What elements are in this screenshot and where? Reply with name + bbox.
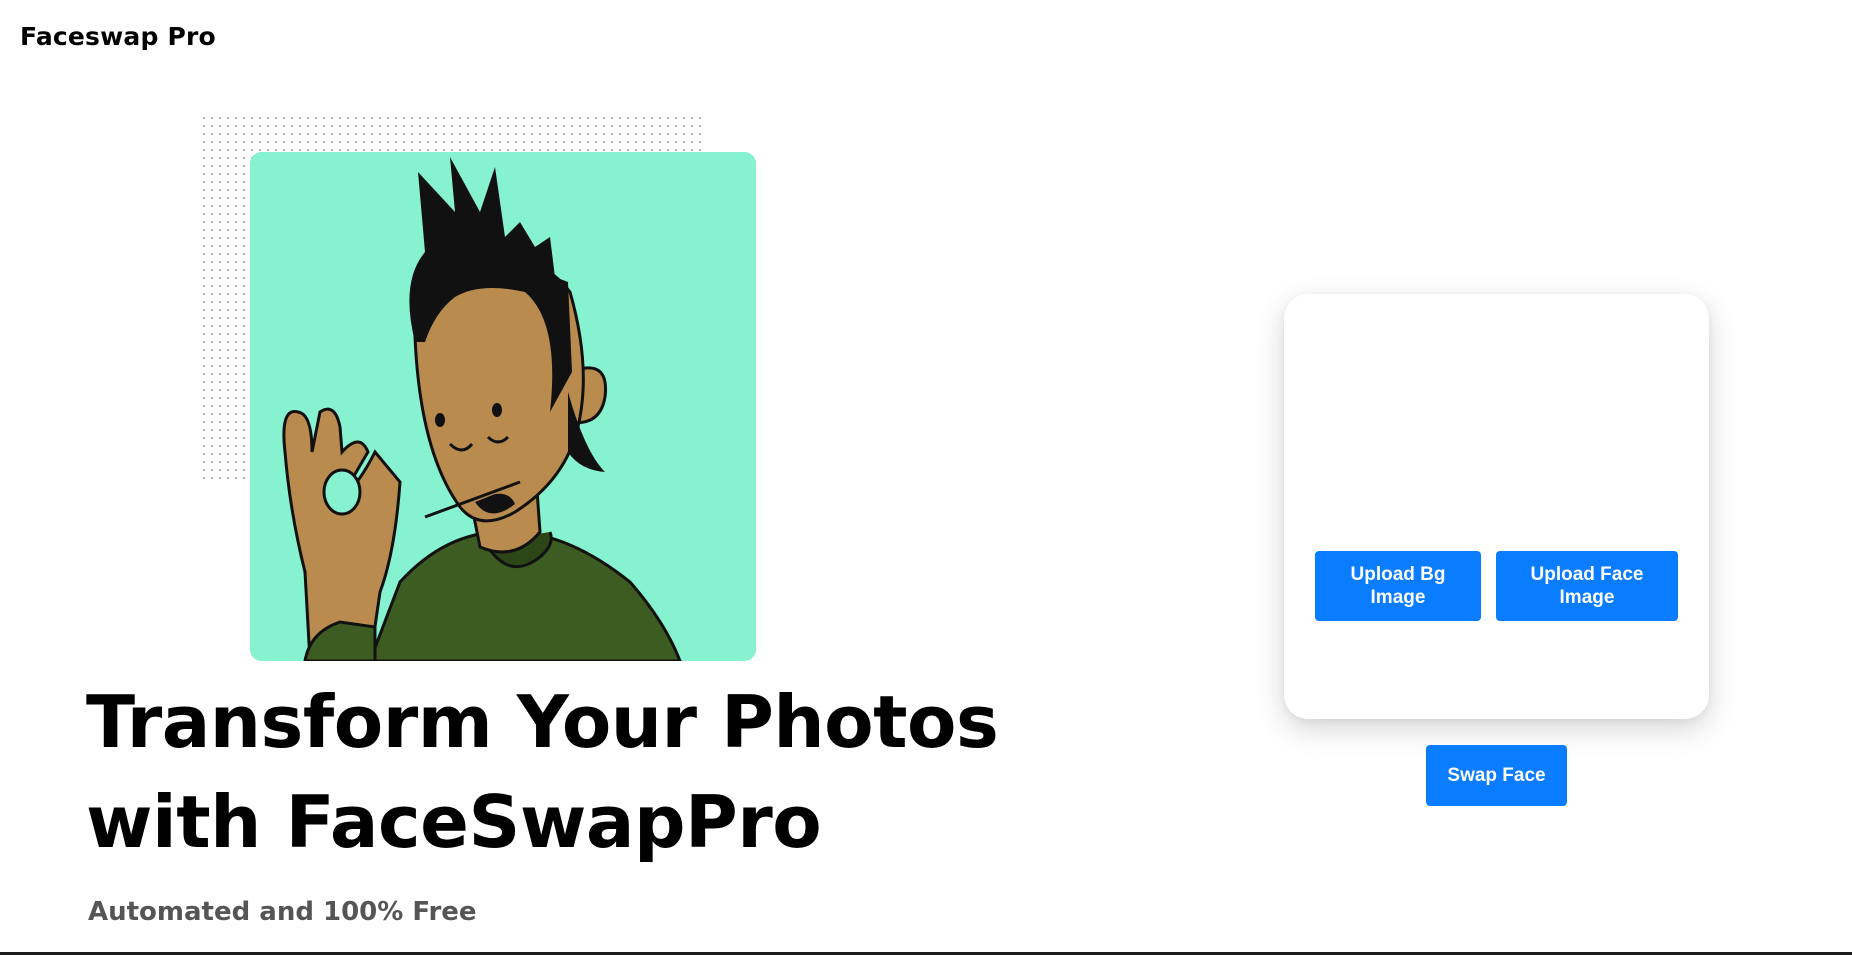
hero-subtitle: Automated and 100% Free	[88, 897, 477, 927]
hero-illustration	[250, 152, 756, 661]
cartoon-man-illustration	[250, 152, 756, 661]
swap-face-button[interactable]: Swap Face	[1426, 745, 1567, 806]
page: Faceswap Pro Transform Your Photos with …	[0, 0, 1852, 955]
brand-logo-text[interactable]: Faceswap Pro	[20, 22, 216, 51]
hero-headline-line-2: with FaceSwapPro	[86, 780, 822, 864]
upload-bg-image-button[interactable]: Upload Bg Image	[1315, 551, 1481, 621]
hero-headline: Transform Your Photos with FaceSwapPro	[86, 672, 999, 872]
upload-face-image-button[interactable]: Upload Face Image	[1496, 551, 1678, 621]
hero-headline-line-1: Transform Your Photos	[86, 680, 999, 764]
upload-card	[1284, 294, 1709, 719]
